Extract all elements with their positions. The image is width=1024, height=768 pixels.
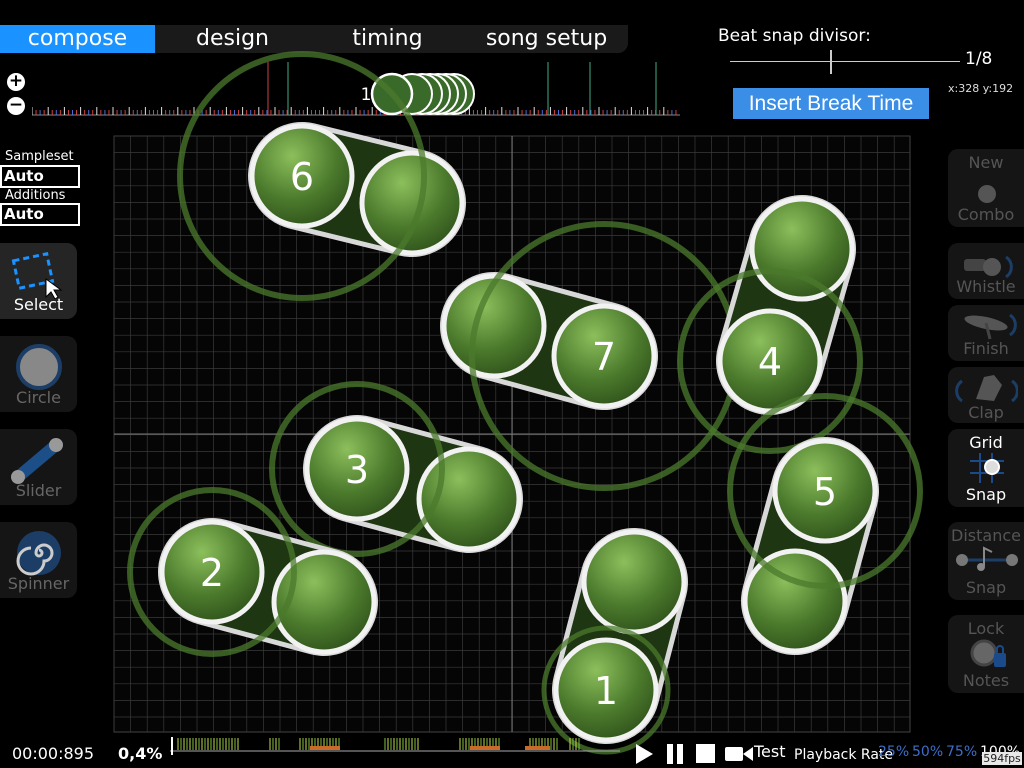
timeline-strip[interactable]: 1 — [32, 60, 682, 118]
new-combo-icon — [978, 185, 996, 203]
slider-object-7[interactable]: 7 — [440, 272, 658, 410]
tool-circle[interactable]: Circle — [0, 336, 77, 412]
grid-snap-label-top: Grid — [969, 433, 1003, 452]
timeline-hit-objects — [370, 72, 475, 116]
tool-slider-label: Slider — [15, 481, 62, 500]
combo-number-6: 6 — [290, 155, 314, 199]
new-combo-label-bottom: Combo — [957, 205, 1015, 224]
slider-1-end[interactable] — [581, 529, 687, 635]
grid-snap-label-bottom: Snap — [965, 485, 1007, 504]
beat-snap-track — [730, 61, 960, 62]
current-time: 00:00:895 — [12, 744, 95, 763]
timeline-zoom-out-button[interactable]: − — [7, 97, 25, 115]
clap-icon — [955, 375, 1018, 403]
combo-number-2: 2 — [200, 551, 224, 595]
editor-mode-tabs: compose design timing song setup — [0, 25, 628, 53]
song-timeline-marks — [177, 738, 580, 750]
song-progress: 0,4% — [118, 744, 163, 763]
combo-number-4: 4 — [758, 340, 782, 384]
test-camera-icon[interactable] — [724, 742, 754, 766]
combo-number-1: 1 — [594, 669, 618, 713]
circle-icon — [16, 344, 62, 390]
tab-song-setup[interactable]: song setup — [465, 25, 628, 53]
whistle-icon — [964, 255, 1013, 279]
tool-spinner-label: Spinner — [7, 574, 70, 593]
lock-icon — [970, 639, 1006, 667]
tool-slider[interactable]: Slider — [0, 429, 77, 505]
whistle-label: Whistle — [956, 277, 1016, 296]
beat-snap-thumb[interactable] — [830, 50, 832, 74]
playback-rate-75[interactable]: 75% — [946, 744, 977, 760]
slider-7-end[interactable] — [441, 273, 547, 379]
combo-number-7: 7 — [592, 335, 616, 379]
tab-timing[interactable]: timing — [310, 25, 465, 53]
grid-snap-icon — [970, 453, 1004, 483]
slider-2-end[interactable] — [271, 549, 377, 655]
tool-spinner[interactable]: Spinner — [0, 522, 77, 598]
pause-icon[interactable] — [664, 742, 686, 766]
distance-snap-toggle[interactable]: Distance Snap — [948, 522, 1024, 600]
slider-object-6[interactable]: 6 — [248, 122, 466, 257]
combo-number-3: 3 — [345, 448, 369, 492]
select-icon — [11, 251, 63, 299]
tool-select-label: Select — [13, 295, 64, 314]
finish-toggle[interactable]: Finish — [948, 305, 1024, 361]
fps-counter: 594fps — [982, 752, 1022, 765]
tool-select[interactable]: Select — [0, 243, 77, 319]
test-button[interactable]: Test — [754, 742, 786, 761]
stop-icon[interactable] — [694, 742, 716, 766]
cursor-coordinates: x:328 y:192 — [948, 82, 1014, 95]
spinner-icon — [16, 531, 61, 576]
new-combo-toggle[interactable]: New Combo — [948, 149, 1024, 227]
tab-design[interactable]: design — [155, 25, 310, 53]
beat-snap-value: 1/8 — [965, 49, 993, 69]
timeline-zoom-in-button[interactable]: + — [7, 73, 25, 91]
lock-notes-toggle[interactable]: Lock Notes — [948, 615, 1024, 693]
grid-snap-toggle[interactable]: Grid Snap — [948, 429, 1024, 507]
song-timeline[interactable] — [170, 735, 620, 755]
slider-object-5[interactable]: 5 — [741, 437, 879, 655]
playback-rate-50[interactable]: 50% — [912, 744, 943, 760]
sampleset-label: Sampleset — [5, 149, 74, 164]
tab-compose[interactable]: compose — [0, 25, 155, 53]
play-icon[interactable] — [633, 742, 655, 766]
tool-circle-label: Circle — [16, 388, 61, 407]
lock-notes-label-top: Lock — [967, 619, 1005, 638]
beat-snap-slider[interactable] — [730, 50, 960, 74]
sampleset-select[interactable]: Auto — [0, 165, 80, 188]
slider-object-1[interactable]: 1 — [552, 528, 688, 744]
clap-toggle[interactable]: Clap — [948, 367, 1024, 423]
timeline-ticks — [32, 62, 680, 116]
distance-snap-icon — [956, 546, 1018, 571]
combo-number-5: 5 — [813, 470, 837, 514]
finish-label: Finish — [963, 339, 1009, 358]
distance-snap-label-bottom: Snap — [965, 578, 1007, 597]
slider-3-end[interactable] — [416, 446, 522, 552]
beat-snap-label: Beat snap divisor: — [718, 26, 871, 46]
slider-object-4[interactable]: 4 — [716, 195, 856, 415]
whistle-toggle[interactable]: Whistle — [948, 243, 1024, 299]
slider-5-end[interactable] — [742, 548, 848, 654]
slider-icon — [11, 438, 63, 484]
additions-select[interactable]: Auto — [0, 203, 80, 226]
distance-snap-label-top: Distance — [951, 526, 1021, 545]
slider-object-3[interactable]: 3 — [303, 415, 523, 553]
insert-break-time-button[interactable]: Insert Break Time — [733, 88, 929, 119]
clap-label: Clap — [968, 403, 1004, 422]
additions-label: Additions — [5, 188, 66, 203]
slider-object-2[interactable]: 2 — [158, 518, 378, 656]
timeline-combo-number: 1 — [361, 85, 372, 105]
finish-icon — [964, 313, 1017, 340]
new-combo-label-top: New — [968, 153, 1004, 172]
slider-4-end[interactable] — [749, 196, 855, 302]
playback-rate-25[interactable]: 25% — [878, 744, 909, 760]
lock-notes-label-bottom: Notes — [962, 671, 1010, 690]
slider-6-end[interactable] — [359, 150, 465, 256]
